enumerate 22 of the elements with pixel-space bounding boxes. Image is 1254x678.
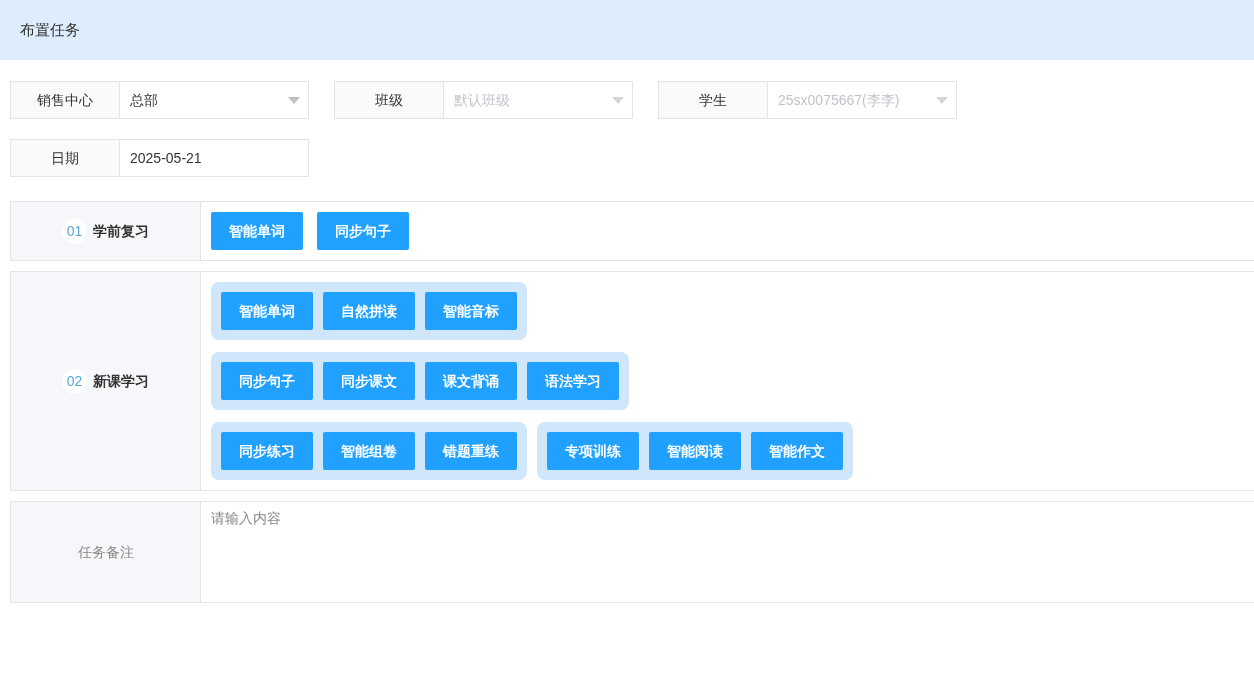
task-button[interactable]: 智能作文 bbox=[751, 432, 843, 470]
remark-label: 任务备注 bbox=[77, 542, 134, 562]
task-button[interactable]: 智能单词 bbox=[211, 212, 303, 250]
task-button[interactable]: 同步练习 bbox=[221, 432, 313, 470]
task-button[interactable]: 错题重练 bbox=[425, 432, 517, 470]
task-button[interactable]: 智能音标 bbox=[425, 292, 517, 330]
task-button[interactable]: 同步课文 bbox=[323, 362, 415, 400]
task-button[interactable]: 语法学习 bbox=[527, 362, 619, 400]
step-number: 01 bbox=[62, 218, 87, 244]
task-button[interactable]: 同步句子 bbox=[221, 362, 313, 400]
task-button[interactable]: 课文背诵 bbox=[425, 362, 517, 400]
task-button[interactable]: 智能单词 bbox=[221, 292, 313, 330]
remark-textarea[interactable]: 请输入内容 bbox=[201, 501, 1254, 603]
task-button[interactable]: 自然拼读 bbox=[323, 292, 415, 330]
task-button[interactable]: 专项训练 bbox=[547, 432, 639, 470]
task-button[interactable]: 同步句子 bbox=[317, 212, 409, 250]
section-title: 新课学习 bbox=[93, 371, 149, 391]
section-title: 学前复习 bbox=[93, 221, 149, 241]
step-number: 02 bbox=[62, 368, 87, 394]
page-title: 布置任务 bbox=[20, 19, 80, 40]
task-button[interactable]: 智能组卷 bbox=[323, 432, 415, 470]
task-button[interactable]: 智能阅读 bbox=[649, 432, 741, 470]
